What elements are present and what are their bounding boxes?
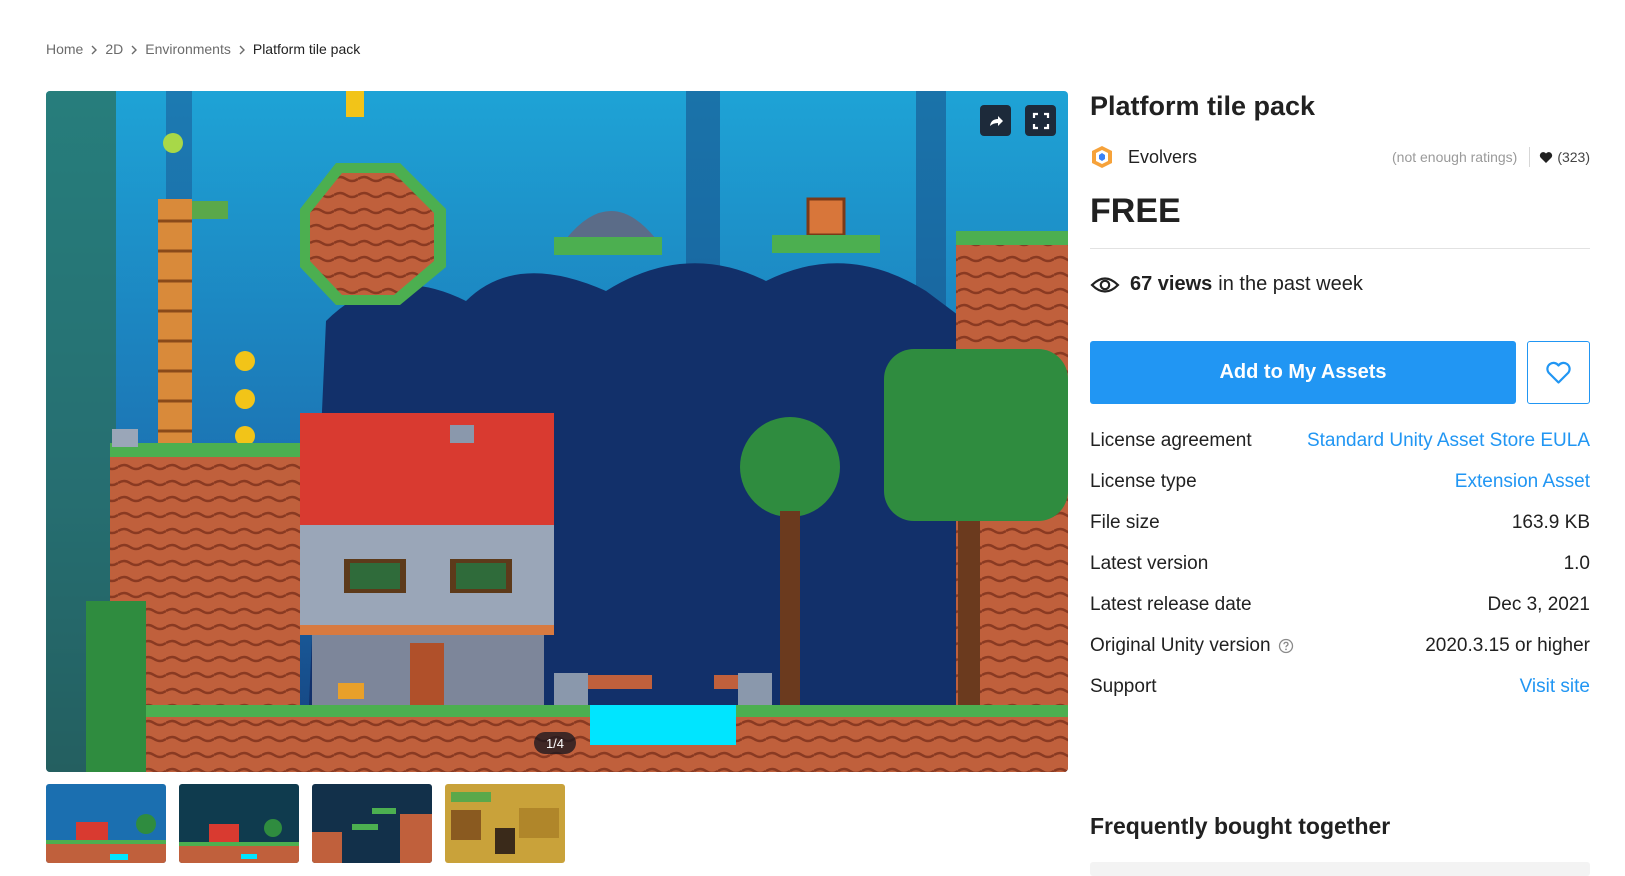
detail-label-with-help: Original Unity version [1090, 635, 1294, 657]
share-icon [989, 115, 1003, 126]
image-counter: 1/4 [534, 732, 576, 754]
wishlist-button[interactable] [1527, 341, 1590, 404]
thumbnail-image [312, 784, 432, 863]
frequently-bought-card [1090, 862, 1590, 876]
publisher-row: Evolvers (not enough ratings) (323) [1090, 143, 1590, 171]
license-type-link[interactable]: Extension Asset [1455, 471, 1590, 493]
visit-site-link[interactable]: Visit site [1520, 676, 1590, 698]
breadcrumb-home[interactable]: Home [46, 41, 83, 57]
detail-label: Original Unity version [1090, 635, 1271, 656]
chevron-right-icon [123, 41, 145, 57]
main-preview-image[interactable]: 1/4 [46, 91, 1068, 772]
detail-row-release-date: Latest release date Dec 3, 2021 [1090, 594, 1590, 635]
detail-label: License type [1090, 471, 1197, 492]
latest-version-value: 1.0 [1563, 553, 1590, 574]
eye-icon [1090, 276, 1120, 293]
publisher-logo-icon[interactable] [1090, 145, 1114, 169]
fullscreen-button[interactable] [1025, 105, 1056, 136]
detail-label: Latest release date [1090, 594, 1252, 615]
detail-row-license-type: License type Extension Asset [1090, 471, 1590, 512]
thumbnail-2[interactable] [179, 784, 299, 863]
thumbnail-3[interactable] [312, 784, 432, 863]
asset-details: License agreement Standard Unity Asset S… [1090, 430, 1590, 717]
detail-row-file-size: File size 163.9 KB [1090, 512, 1590, 553]
breadcrumb-2d[interactable]: 2D [105, 41, 123, 57]
file-size-value: 163.9 KB [1511, 512, 1590, 533]
detail-label: License agreement [1090, 430, 1252, 451]
ratings-text[interactable]: (not enough ratings) [1392, 149, 1517, 165]
breadcrumb: Home 2D Environments Platform tile pack [46, 41, 360, 57]
thumbnail-image [445, 784, 565, 863]
detail-row-license-agreement: License agreement Standard Unity Asset S… [1090, 430, 1590, 471]
license-agreement-link[interactable]: Standard Unity Asset Store EULA [1307, 430, 1590, 452]
detail-label: Latest version [1090, 553, 1209, 574]
chevron-right-icon [231, 41, 253, 57]
price: FREE [1090, 192, 1181, 230]
detail-label: Support [1090, 676, 1157, 697]
favorites-count-text: (323) [1557, 149, 1590, 165]
breadcrumb-current: Platform tile pack [252, 41, 361, 57]
heart-icon [1540, 151, 1553, 163]
thumbnail-1[interactable] [46, 784, 166, 863]
detail-row-unity-version: Original Unity version 2020.3.15 or high… [1090, 635, 1590, 676]
favorites-count: (323) [1539, 149, 1590, 165]
add-to-my-assets-button[interactable]: Add to My Assets [1090, 341, 1516, 404]
chevron-right-icon [83, 41, 105, 57]
frequently-bought-heading: Frequently bought together [1090, 813, 1391, 839]
publisher-name[interactable]: Evolvers [1128, 147, 1197, 168]
views-suffix: in the past week [1218, 273, 1363, 295]
detail-label: File size [1090, 512, 1160, 533]
share-button[interactable] [980, 105, 1011, 136]
release-date-value: Dec 3, 2021 [1487, 594, 1590, 615]
thumbnail-4[interactable] [445, 784, 565, 863]
unity-version-value: 2020.3.15 or higher [1425, 635, 1590, 656]
views-info: 67 views in the past week [1090, 273, 1363, 296]
divider [1090, 248, 1590, 249]
rating-divider [1529, 147, 1531, 167]
heart-outline-icon [1546, 361, 1571, 384]
breadcrumb-environments[interactable]: Environments [145, 41, 231, 57]
views-count: 67 views [1130, 273, 1213, 295]
help-circle-icon[interactable] [1278, 638, 1294, 654]
thumbnail-strip [46, 784, 565, 863]
thumbnail-image [46, 784, 166, 863]
product-title: Platform tile pack [1090, 91, 1316, 121]
fullscreen-icon [1032, 112, 1049, 129]
thumbnail-image [179, 784, 299, 863]
detail-row-latest-version: Latest version 1.0 [1090, 553, 1590, 594]
game-scene-illustration [46, 91, 1068, 772]
detail-row-support: Support Visit site [1090, 676, 1590, 717]
